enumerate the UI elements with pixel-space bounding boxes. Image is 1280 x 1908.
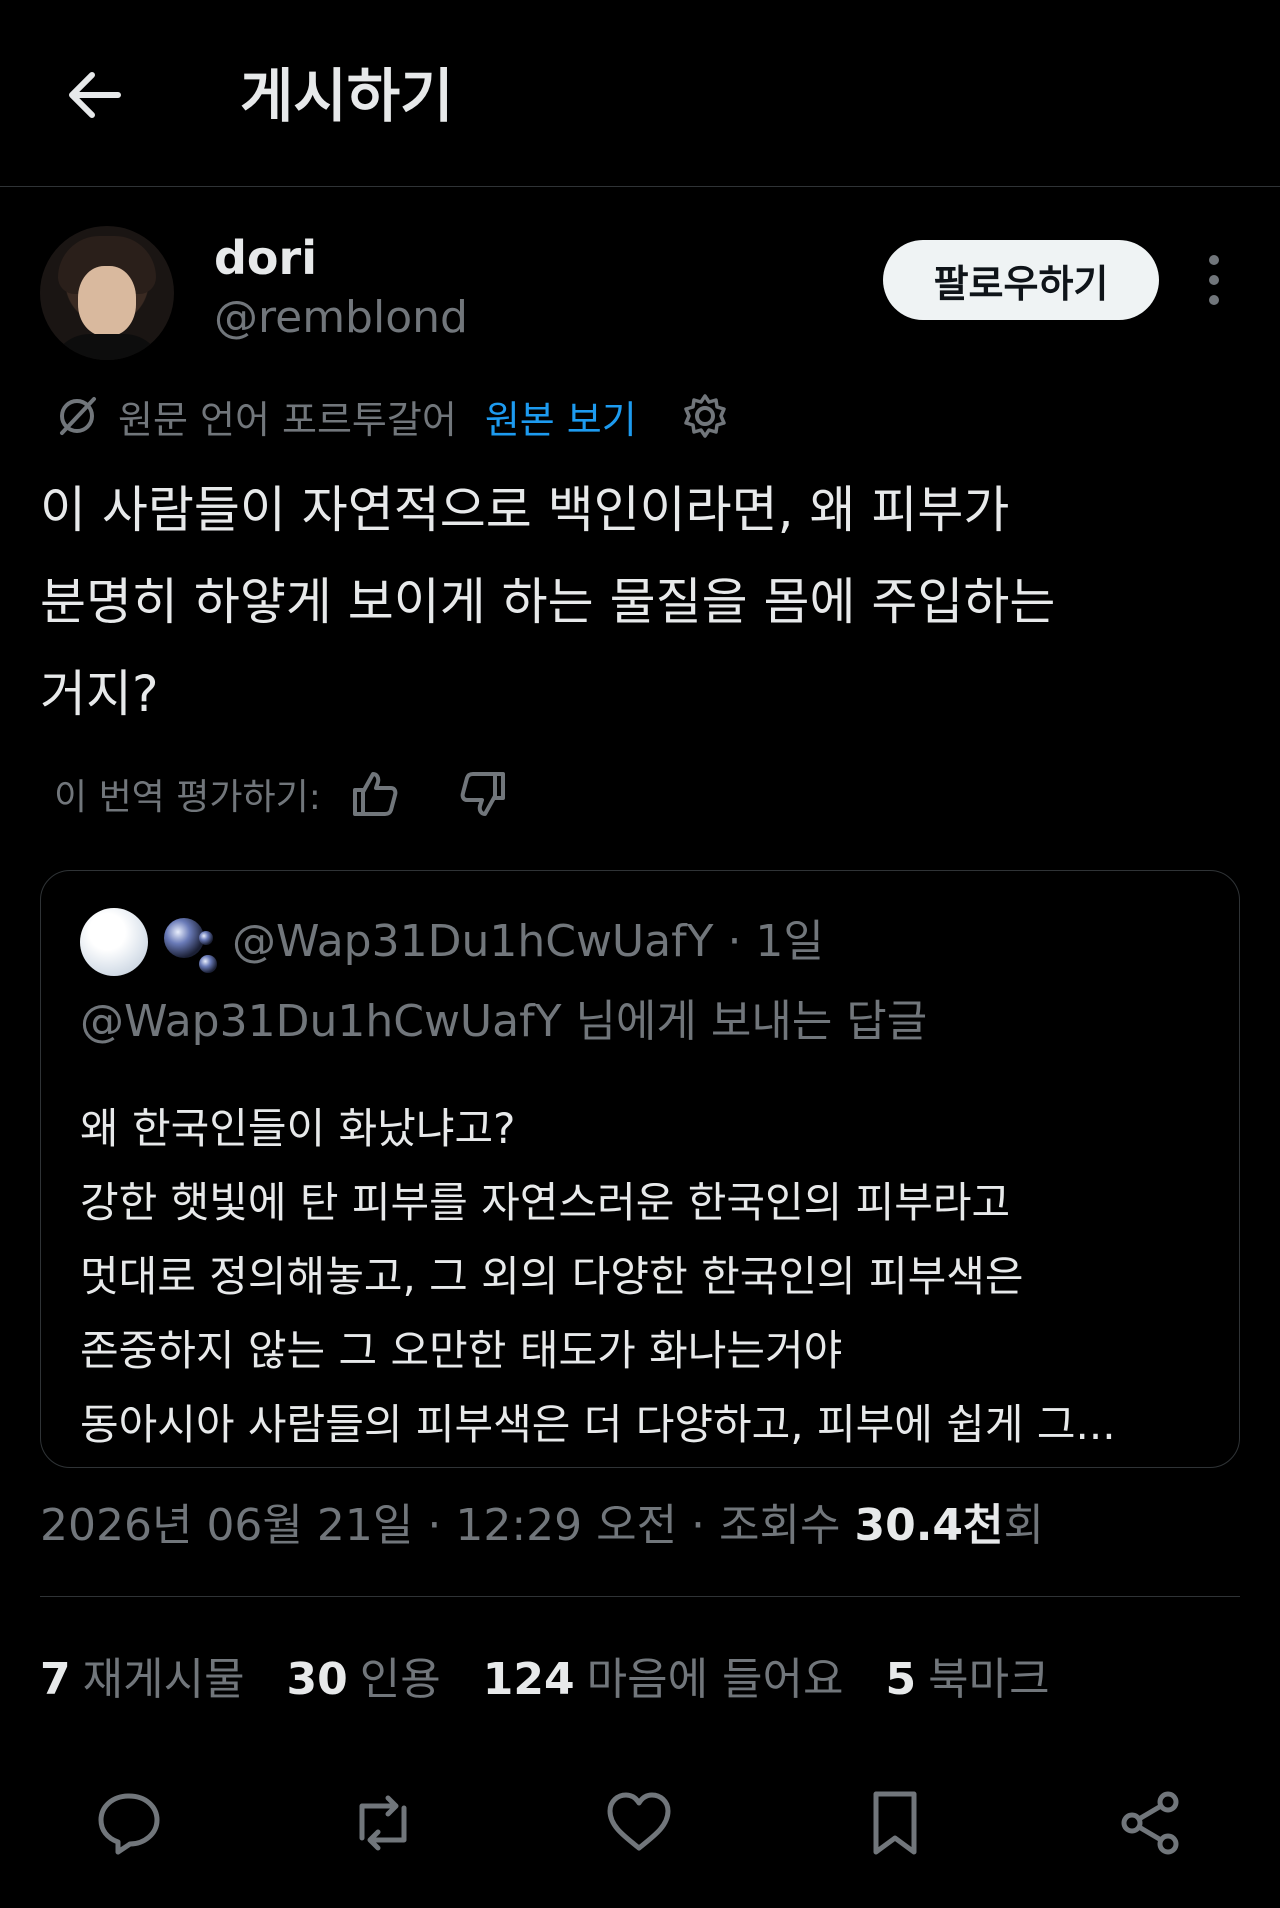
source-language-label: 원문 언어 포르투갈어 bbox=[118, 397, 457, 442]
top-bar bbox=[0, 0, 1280, 187]
rate-translation: 이 번역 평가하기: bbox=[54, 762, 509, 826]
engagement-stats: 7 재게시물 30 인용 124 마음에 들어요 5 북마크 bbox=[40, 1640, 1092, 1710]
translate-icon bbox=[60, 397, 96, 435]
rate-translation-label: 이 번역 평가하기: bbox=[54, 777, 321, 818]
quoted-handle: @Wap31Du1hCwUafY · 1일 bbox=[232, 916, 824, 967]
tweet-text: 이 사람들이 자연적으로 백인이라면, 왜 피부가 분명히 하얗게 보이게 하는… bbox=[40, 481, 1056, 723]
thumbs-down-icon[interactable] bbox=[457, 768, 509, 820]
view-count: 30.4천 bbox=[854, 1500, 1004, 1551]
thumbs-up-icon[interactable] bbox=[349, 768, 401, 820]
quoted-avatar[interactable] bbox=[80, 908, 148, 976]
author-handle[interactable]: @remblond bbox=[214, 290, 468, 346]
bookmark-icon[interactable] bbox=[860, 1788, 930, 1858]
tweet-meta: 2026년 06월 21일 · 12:29 오전 · 조회수 30.4천회 bbox=[40, 1496, 1044, 1556]
repost-icon[interactable] bbox=[348, 1788, 418, 1858]
back-arrow-icon[interactable] bbox=[60, 60, 130, 130]
author-display-name[interactable]: dori bbox=[214, 230, 317, 286]
stat-bookmarks[interactable]: 5 북마크 bbox=[885, 1643, 1049, 1707]
timestamp: 2026년 06월 21일 · 12:29 오전 · 조회수 bbox=[40, 1500, 855, 1551]
gear-icon[interactable] bbox=[681, 392, 729, 440]
more-vertical-icon[interactable] bbox=[1196, 252, 1232, 308]
stat-likes[interactable]: 124 마음에 들어요 bbox=[483, 1643, 844, 1707]
page-title: 게시하기 bbox=[240, 62, 454, 130]
views-suffix: 회 bbox=[1003, 1500, 1044, 1551]
divider bbox=[40, 1596, 1240, 1597]
stat-quotes[interactable]: 30 인용 bbox=[287, 1643, 441, 1707]
view-original-link[interactable]: 원본 보기 bbox=[485, 389, 637, 444]
stat-reposts[interactable]: 7 재게시물 bbox=[40, 1643, 245, 1707]
translation-info: 원문 언어 포르투갈어 원본 보기 bbox=[54, 388, 729, 444]
share-icon[interactable] bbox=[1116, 1788, 1186, 1858]
reply-icon[interactable] bbox=[94, 1788, 164, 1858]
avatar[interactable] bbox=[40, 226, 174, 360]
bubbles-icon bbox=[164, 918, 217, 973]
follow-button[interactable]: 팔로우하기 bbox=[883, 240, 1159, 320]
like-icon[interactable] bbox=[604, 1788, 674, 1858]
quoted-reply-to: @Wap31Du1hCwUafY 님에게 보내는 답글 bbox=[80, 996, 928, 1047]
quoted-tweet-text: 왜 한국인들이 화났냐고? 강한 햇빛에 탄 피부를 자연스러운 한국인의 피부… bbox=[80, 1104, 1116, 1449]
